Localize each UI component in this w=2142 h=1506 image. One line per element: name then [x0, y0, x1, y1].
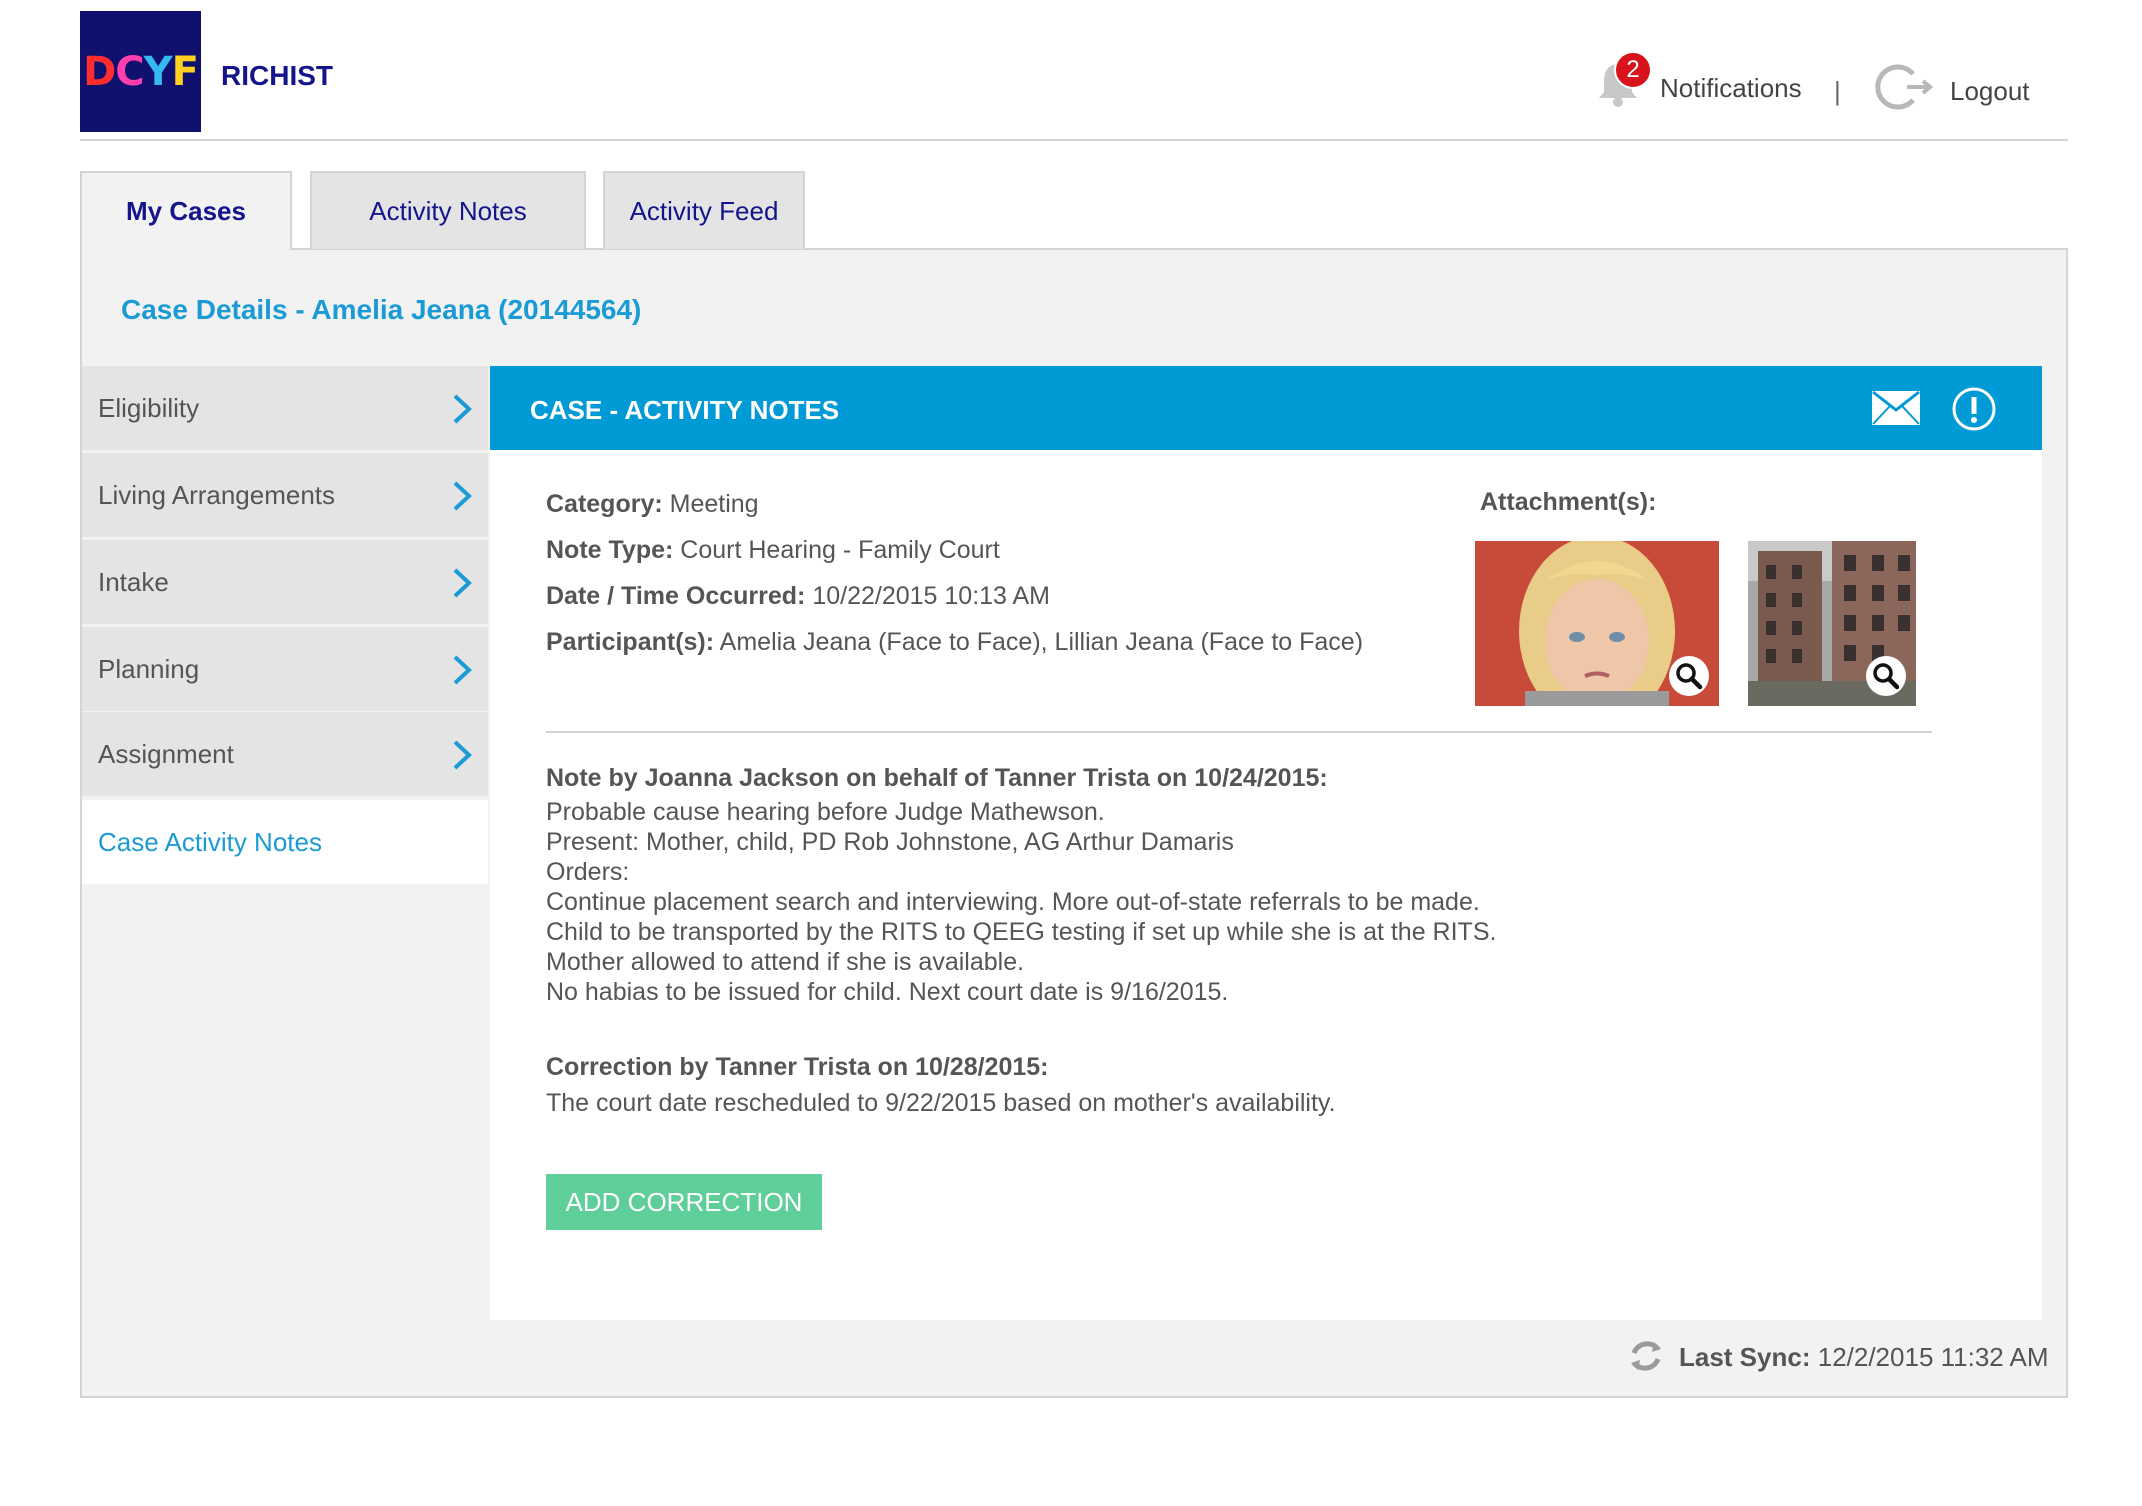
header-separator: | [1834, 76, 1841, 106]
mail-icon[interactable] [1871, 390, 1921, 426]
attachment-thumbnail-child-photo[interactable] [1475, 541, 1719, 706]
sidebar-item-label: Case Activity Notes [98, 826, 322, 857]
sidebar-item-living-arrangements[interactable]: Living Arrangements [82, 453, 488, 537]
note-line: Probable cause hearing before Judge Math… [546, 798, 1105, 826]
sync-icon[interactable] [1627, 1336, 1665, 1376]
magnifier-icon [1676, 663, 1703, 690]
sidebar-item-planning[interactable]: Planning [82, 627, 488, 711]
sidebar-item-label: Assignment [98, 738, 234, 769]
logo-text: DCYF [83, 48, 199, 95]
chevron-right-icon [453, 481, 472, 511]
last-sync: Last Sync: 12/2/2015 11:32 AM [1679, 1342, 2049, 1373]
logout-icon[interactable] [1873, 62, 1933, 112]
notifications-link[interactable]: Notifications [1660, 73, 1802, 104]
tab-my-cases[interactable]: My Cases [80, 171, 292, 249]
field-value: Court Hearing - Family Court [680, 536, 1000, 564]
attachment-thumbnail-building-photo[interactable] [1748, 541, 1916, 706]
last-sync-label: Last Sync: [1679, 1342, 1811, 1372]
field-label: Participant(s): [546, 628, 715, 656]
sidebar-item-assignment[interactable]: Assignment [82, 712, 488, 796]
participants-field: Participant(s): Amelia Jeana (Face to Fa… [546, 628, 1363, 657]
panel-title: CASE - ACTIVITY NOTES [530, 395, 840, 425]
chevron-right-icon [453, 655, 472, 685]
chevron-right-icon [453, 568, 472, 598]
field-label: Category: [546, 490, 663, 518]
date-time-field: Date / Time Occurred: 10/22/2015 10:13 A… [546, 582, 1050, 611]
sidebar-item-intake[interactable]: Intake [82, 540, 488, 624]
panel-header: CASE - ACTIVITY NOTES [490, 366, 2042, 450]
note-type-field: Note Type: Court Hearing - Family Court [546, 536, 1000, 565]
category-field: Category: Meeting [546, 490, 759, 519]
notification-count-badge[interactable]: 2 [1614, 51, 1652, 89]
chevron-right-icon [453, 740, 472, 770]
activity-note-panel: CASE - ACTIVITY NOTES Category: Meeting … [490, 366, 2042, 1320]
field-label: Note Type: [546, 536, 674, 564]
logout-link[interactable]: Logout [1950, 76, 2030, 107]
sidebar-item-label: Intake [98, 566, 169, 597]
chevron-right-icon [453, 394, 472, 424]
zoom-button[interactable] [1669, 656, 1709, 696]
tab-activity-notes[interactable]: Activity Notes [310, 171, 586, 249]
alert-icon[interactable] [1951, 386, 1997, 432]
magnifier-icon [1873, 663, 1900, 690]
section-divider [546, 731, 1932, 733]
dcyf-logo: DCYF [80, 11, 201, 132]
header-divider [80, 139, 2068, 141]
correction-text: The court date rescheduled to 9/22/2015 … [546, 1089, 1336, 1117]
sidebar-item-label: Living Arrangements [98, 479, 336, 510]
field-value: Meeting [669, 490, 759, 518]
zoom-button[interactable] [1866, 656, 1906, 696]
note-line: Mother allowed to attend if she is avail… [546, 948, 1025, 976]
note-heading: Note by Joanna Jackson on behalf of Tann… [546, 764, 1328, 792]
correction-heading: Correction by Tanner Trista on 10/28/201… [546, 1053, 1049, 1081]
case-title: Case Details - Amelia Jeana (20144564) [121, 294, 642, 325]
note-line: Present: Mother, child, PD Rob Johnstone… [546, 828, 1234, 856]
tab-activity-feed[interactable]: Activity Feed [603, 171, 805, 249]
note-line: Continue placement search and interviewi… [546, 888, 1480, 916]
sidebar-item-case-activity-notes[interactable]: Case Activity Notes [82, 800, 488, 884]
active-tab-joint [82, 246, 290, 250]
note-line: Child to be transported by the RITS to Q… [546, 918, 1497, 946]
field-value: 10/22/2015 10:13 AM [812, 582, 1051, 610]
sidebar-item-label: Eligibility [98, 392, 200, 423]
app-name: RICHIST [221, 60, 333, 91]
note-line: No habias to be issued for child. Next c… [546, 978, 1229, 1006]
attachments-label: Attachment(s): [1480, 488, 1657, 516]
note-line: Orders: [546, 858, 630, 886]
field-label: Date / Time Occurred: [546, 582, 806, 610]
field-value: Amelia Jeana (Face to Face), Lillian Jea… [719, 628, 1364, 656]
add-correction-button[interactable]: ADD CORRECTION [546, 1174, 822, 1230]
last-sync-value: 12/2/2015 11:32 AM [1817, 1342, 2049, 1372]
sidebar-item-label: Planning [98, 653, 200, 684]
sidebar-item-eligibility[interactable]: Eligibility [82, 366, 488, 450]
